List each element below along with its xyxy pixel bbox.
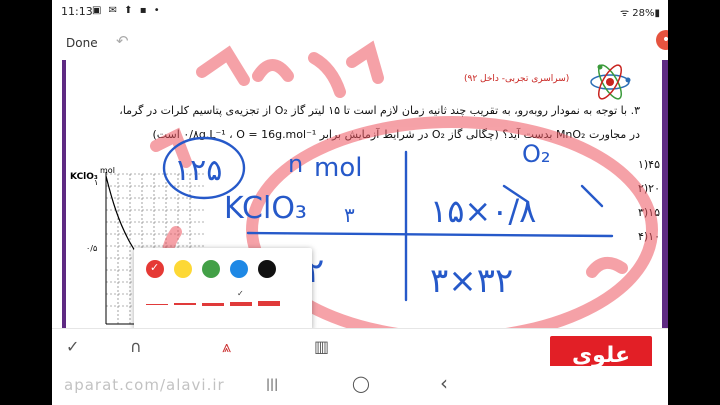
stroke-width-5[interactable] (258, 298, 280, 312)
color-swatch-blue[interactable] (230, 260, 248, 278)
battery-indicator: ᯤ 28%▮ (619, 8, 660, 19)
question-line-2: در مجاورت MnO₂ بدست آید؟ (چگالی گاز O₂ د… (152, 128, 640, 141)
color-swatch-red[interactable] (146, 260, 164, 278)
option-1[interactable]: ۴۵(۱ (600, 158, 660, 171)
color-swatch-yellow[interactable] (174, 260, 192, 278)
pen-color-palette: ✓ (134, 248, 312, 330)
color-swatch-green[interactable] (202, 260, 220, 278)
editor-toolbar: Done ↶ • (52, 22, 668, 60)
atom-logo-icon (590, 64, 631, 100)
question-source-tag: (سراسری تجربی- داخل ۹۲) (464, 74, 570, 84)
back-icon[interactable]: ‹ (440, 371, 448, 395)
pen-tool-icon[interactable]: ∩ (130, 337, 142, 356)
done-button[interactable]: Done (66, 36, 98, 50)
marker-tool-icon[interactable]: ⩓ (222, 337, 231, 357)
recent-apps-icon[interactable]: ||| (266, 377, 278, 391)
stroke-width-3[interactable] (202, 298, 224, 312)
option-3[interactable]: ۱۵(۳ (600, 206, 660, 219)
eraser-tool-icon[interactable]: ▥ (314, 337, 329, 356)
page-border-right (662, 60, 668, 328)
notification-icons: ▣ ✉ ⬆ ▪ • (92, 5, 162, 16)
option-4[interactable]: ۱۰(۴ (600, 230, 660, 243)
option-2[interactable]: ۲۰(۲ (600, 182, 660, 195)
check-icon[interactable]: ✓ (66, 337, 79, 356)
question-line-1: ۳. با توجه به نمودار روبه‌رو، به تقریب چ… (119, 104, 640, 117)
clock: 11:13 (61, 5, 93, 18)
record-icon[interactable]: • (656, 30, 668, 50)
stroke-width-2[interactable] (174, 298, 196, 312)
tablet-screen: 11:13 ▣ ✉ ⬆ ▪ • ᯤ 28%▮ Done ↶ • (سراسری … (52, 0, 668, 405)
home-icon[interactable]: ◯ (352, 374, 370, 393)
stroke-width-1[interactable] (146, 298, 168, 312)
undo-icon[interactable]: ↶ (116, 32, 129, 50)
color-swatch-black[interactable] (258, 260, 276, 278)
aparat-watermark: aparat.com/alavi.ir (64, 376, 225, 394)
stroke-width-4[interactable]: ✓ (230, 289, 252, 312)
status-bar: 11:13 ▣ ✉ ⬆ ▪ • ᯤ 28%▮ (52, 0, 668, 22)
